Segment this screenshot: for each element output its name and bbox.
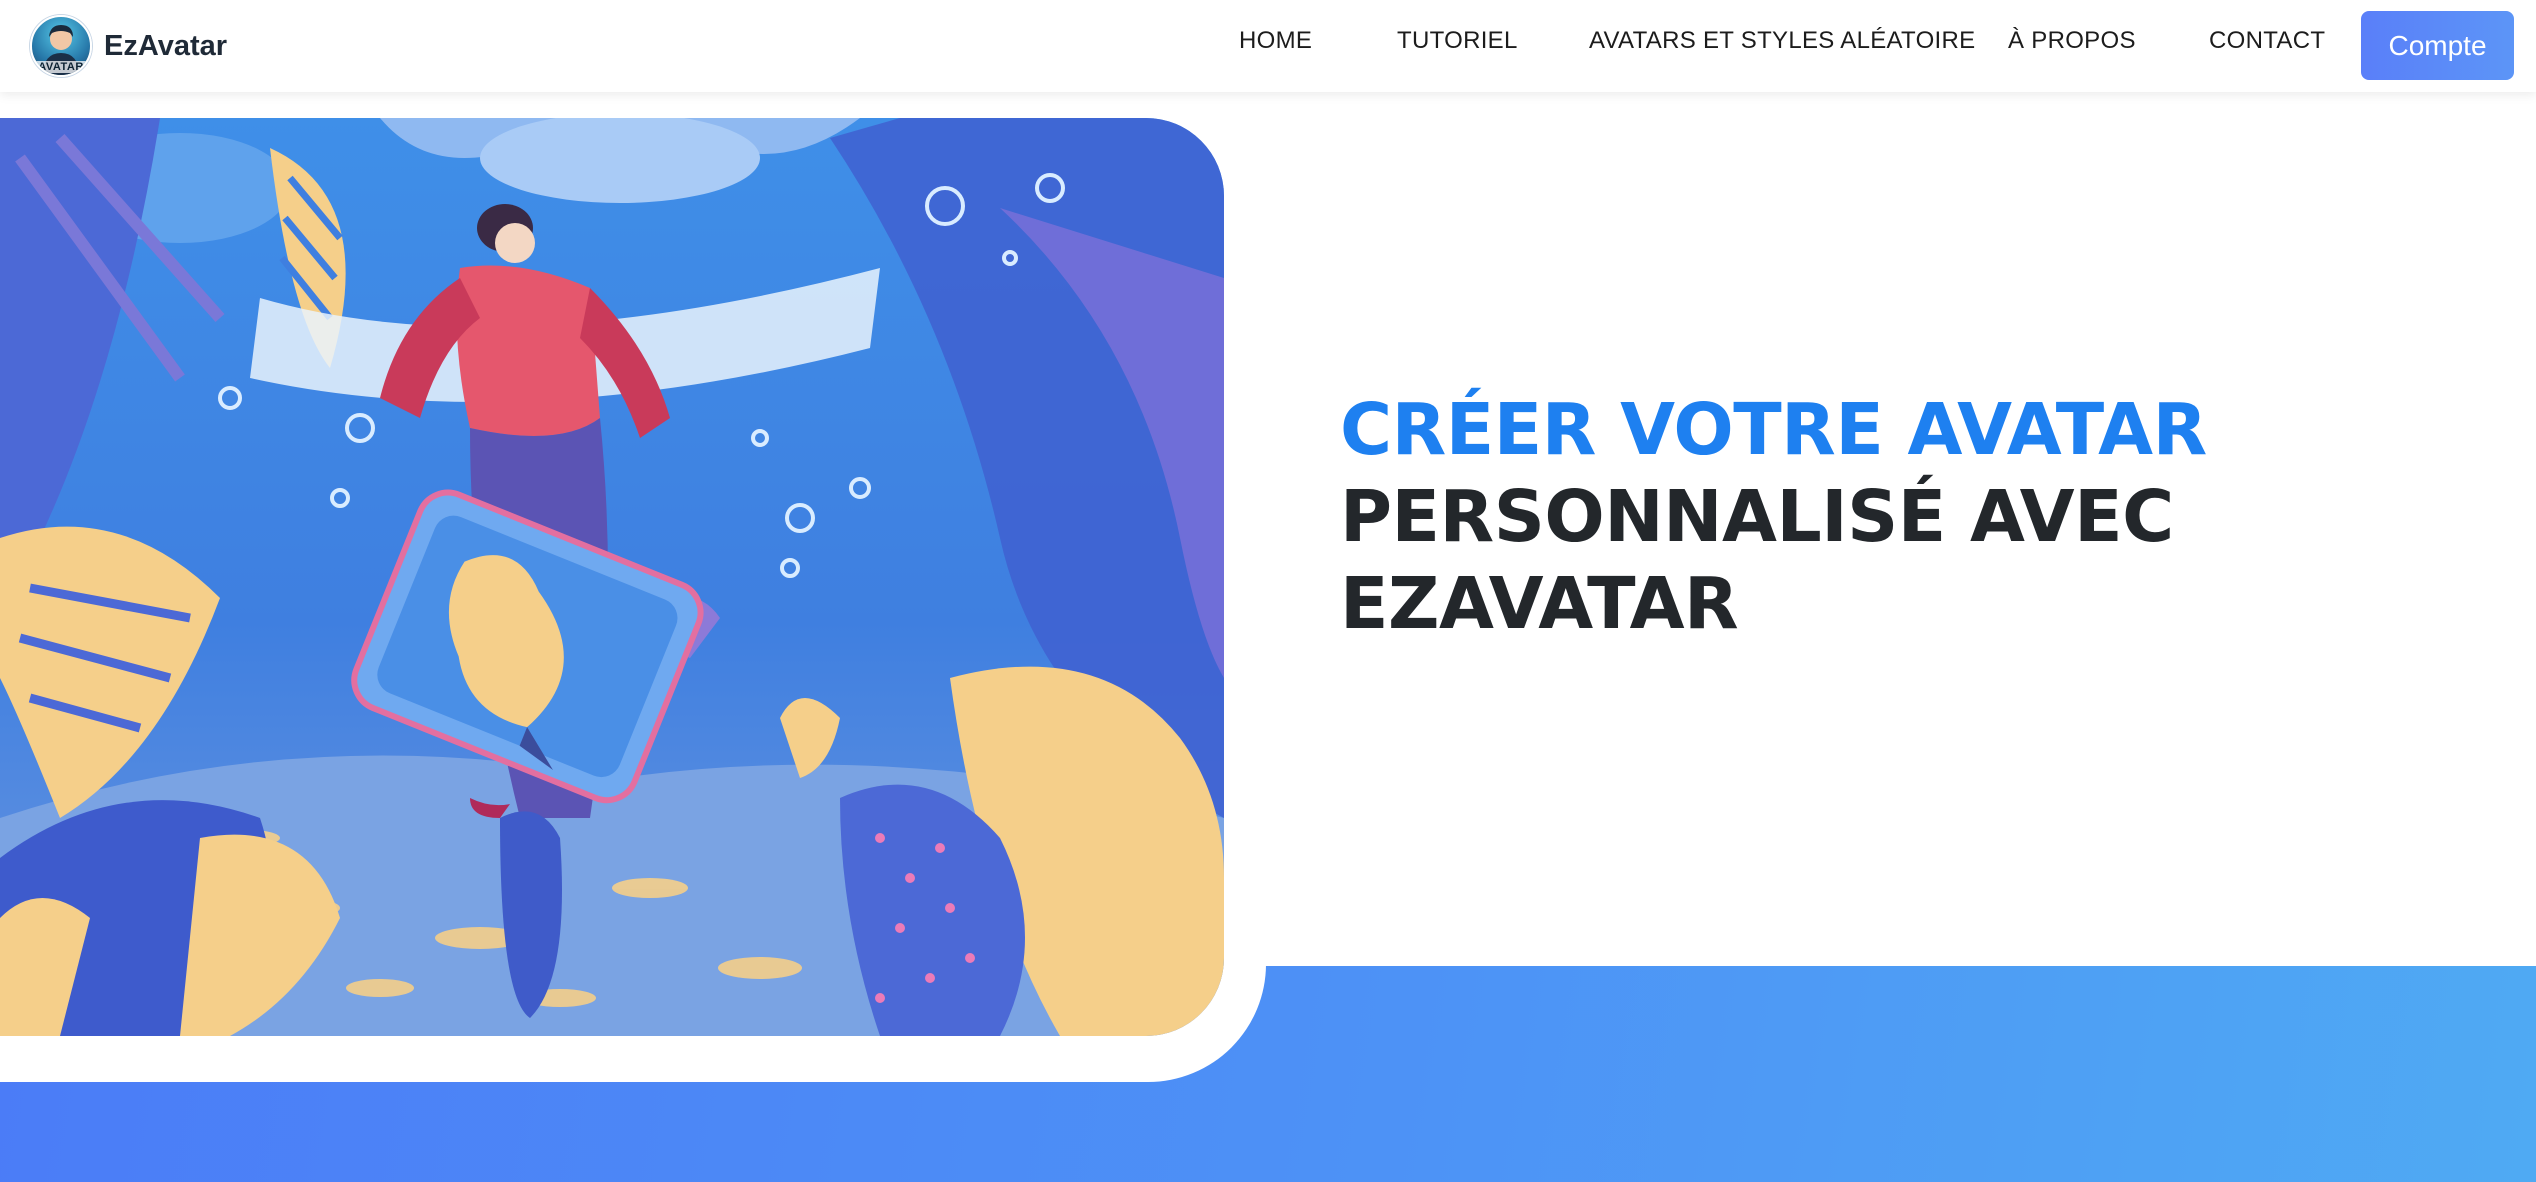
headline-accent: CRÉER VOTRE AVATAR bbox=[1340, 387, 2207, 471]
navbar: AVATAR EzAvatar HOME TUTORIEL AVATARS ET… bbox=[0, 0, 2536, 92]
logo-text: AVATAR bbox=[32, 61, 90, 73]
hero-illustration bbox=[0, 118, 1224, 1036]
account-button[interactable]: Compte bbox=[2361, 11, 2514, 80]
nav-tutoriel[interactable]: TUTORIEL bbox=[1397, 27, 1518, 55]
nav-home[interactable]: HOME bbox=[1239, 27, 1312, 55]
nav-avatars-styles[interactable]: AVATARS ET STYLES ALÉATOIRE bbox=[1589, 27, 1975, 55]
nav-a-propos[interactable]: À PROPOS bbox=[2008, 27, 2136, 55]
headline-line-3: EZAVATAR bbox=[1340, 561, 1739, 645]
brand-name[interactable]: EzAvatar bbox=[104, 30, 227, 63]
headline-line-2: PERSONNALISÉ AVEC bbox=[1340, 474, 2174, 558]
hero-headline: CRÉER VOTRE AVATAR PERSONNALISÉ AVEC EZA… bbox=[1340, 386, 2207, 647]
nav-contact[interactable]: CONTACT bbox=[2209, 27, 2325, 55]
brand[interactable]: AVATAR EzAvatar bbox=[30, 15, 227, 77]
avatar-logo-icon: AVATAR bbox=[30, 15, 92, 77]
